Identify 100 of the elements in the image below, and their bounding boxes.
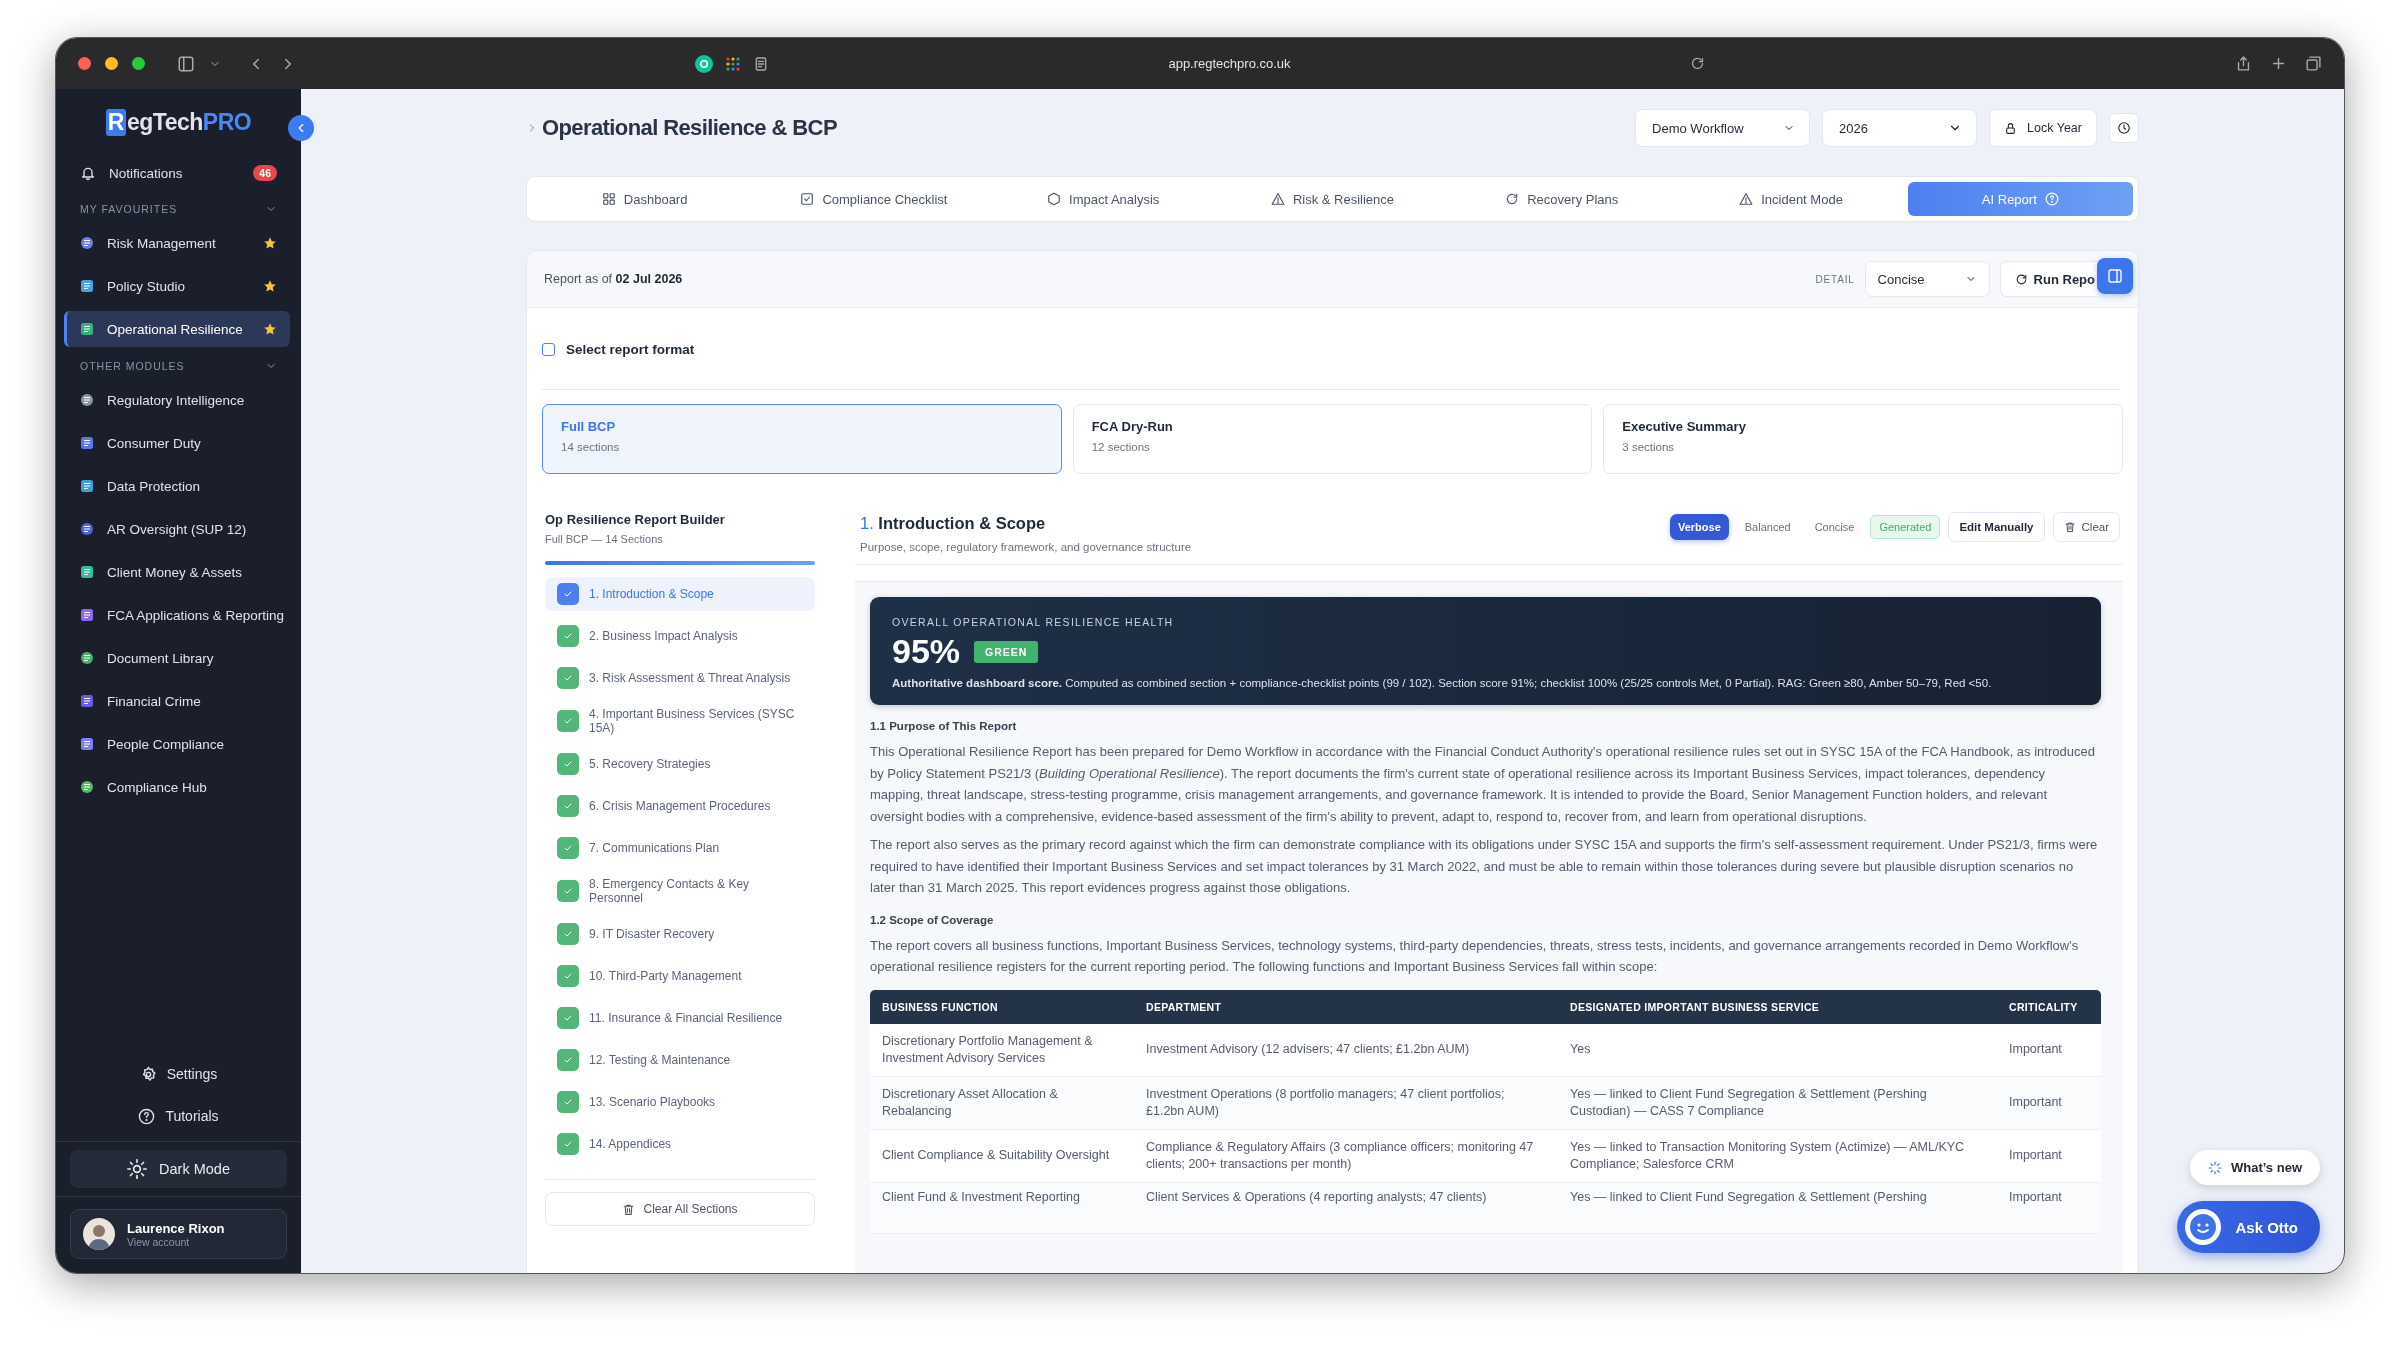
section-item[interactable]: 12. Testing & Maintenance: [545, 1043, 815, 1077]
tab[interactable]: Compliance Checklist: [761, 182, 987, 216]
sidebar-item[interactable]: FCA Applications & Reporting: [64, 597, 290, 633]
module-icon: [80, 565, 94, 579]
notifications-item[interactable]: Notifications 46: [64, 155, 290, 191]
tab[interactable]: Recovery Plans: [1449, 182, 1675, 216]
sidebar-item[interactable]: Client Money & Assets: [64, 554, 290, 590]
sidebar-item[interactable]: Policy Studio: [64, 268, 290, 304]
account-card[interactable]: Laurence Rixon View account: [70, 1209, 287, 1259]
panel-icon: [2107, 268, 2123, 284]
tab[interactable]: Impact Analysis: [990, 182, 1216, 216]
tab[interactable]: Risk & Resilience: [1219, 182, 1446, 216]
reload-icon[interactable]: [1690, 56, 1705, 71]
checkbox[interactable]: [557, 795, 579, 817]
new-tab-icon[interactable]: [2270, 55, 2287, 72]
checkbox[interactable]: [557, 923, 579, 945]
checkbox[interactable]: [557, 1133, 579, 1155]
collapse-sidebar-button[interactable]: [288, 115, 314, 141]
sidebar-item[interactable]: Risk Management: [64, 225, 290, 261]
sidebar-item[interactable]: People Compliance: [64, 726, 290, 762]
minimize-window-button[interactable]: [105, 57, 118, 70]
builder-subtitle: Full BCP — 14 Sections: [545, 533, 664, 545]
mode-toggle[interactable]: Verbose: [1669, 514, 1729, 540]
checkbox[interactable]: [557, 710, 579, 732]
panel-toggle-button[interactable]: [2097, 258, 2133, 294]
tabs-icon[interactable]: [2305, 55, 2322, 72]
checkbox[interactable]: [557, 965, 579, 987]
table-cell: Important: [2009, 1042, 2062, 1056]
section-item[interactable]: 1. Introduction & Scope: [545, 577, 815, 611]
sidebar-item[interactable]: AR Oversight (SUP 12): [64, 511, 290, 547]
section-item[interactable]: 5. Recovery Strategies: [545, 747, 815, 781]
sidebar-item[interactable]: Consumer Duty: [64, 425, 290, 461]
settings-link[interactable]: Settings: [56, 1057, 301, 1091]
checkbox[interactable]: [557, 1007, 579, 1029]
checkbox[interactable]: [557, 625, 579, 647]
section-item[interactable]: 13. Scenario Playbooks: [545, 1085, 815, 1119]
mode-toggle[interactable]: Concise: [1806, 514, 1863, 540]
checkbox[interactable]: [557, 1091, 579, 1113]
zoom-window-button[interactable]: [132, 57, 145, 70]
column-header: DEPARTMENT: [1134, 989, 1558, 1024]
section-item[interactable]: 4. Important Business Services (SYSC 15A): [545, 703, 815, 739]
checkbox[interactable]: [557, 753, 579, 775]
checkbox[interactable]: [542, 343, 555, 356]
run-report-button[interactable]: Run Repo: [1999, 261, 2097, 297]
page-icon[interactable]: [753, 55, 769, 72]
format-card[interactable]: Executive Summary 3 sections: [1603, 404, 2123, 474]
sidebar-item[interactable]: Financial Crime: [64, 683, 290, 719]
star-icon[interactable]: [263, 322, 277, 336]
clear-all-sections-button[interactable]: Clear All Sections: [545, 1192, 815, 1226]
tab[interactable]: Dashboard: [532, 182, 758, 216]
sidebar-item[interactable]: Data Protection: [64, 468, 290, 504]
checkbox[interactable]: [557, 583, 579, 605]
format-card[interactable]: FCA Dry-Run 12 sections: [1072, 404, 1593, 474]
format-card[interactable]: Full BCP 14 sections: [542, 404, 1062, 474]
close-window-button[interactable]: [78, 57, 91, 70]
star-icon[interactable]: [263, 236, 277, 250]
workflow-dropdown[interactable]: Demo Workflow: [1635, 109, 1811, 147]
sidebar-item[interactable]: Document Library: [64, 640, 290, 676]
section-item[interactable]: 2. Business Impact Analysis: [545, 619, 815, 653]
star-icon[interactable]: [263, 279, 277, 293]
bell-icon: [80, 165, 96, 181]
tab[interactable]: Incident Mode: [1678, 182, 1904, 216]
section-item[interactable]: 7. Communications Plan: [545, 831, 815, 865]
mode-toggle[interactable]: Balanced: [1736, 514, 1799, 540]
section-item[interactable]: 11. Insurance & Financial Resilience: [545, 1001, 815, 1035]
page-title: Operational Resilience & BCP: [526, 115, 1624, 141]
section-heading: 1.1 Purpose of This Report: [870, 720, 1018, 732]
sidebar-item[interactable]: Regulatory Intelligence: [64, 382, 290, 418]
clear-button[interactable]: Clear: [2052, 512, 2120, 542]
address-bar[interactable]: app.regtechpro.co.uk: [781, 56, 1678, 71]
tab-icon: [1047, 192, 1062, 206]
edit-manually-button[interactable]: Edit Manually: [1948, 512, 2045, 542]
checkbox[interactable]: [557, 1049, 579, 1071]
detail-dropdown[interactable]: Concise: [1864, 261, 1990, 297]
sidebar-toggle-icon[interactable]: [177, 54, 195, 73]
checkbox[interactable]: [557, 837, 579, 859]
lock-year-button[interactable]: Lock Year: [1989, 109, 2097, 147]
section-item[interactable]: 8. Emergency Contacts & Key Personnel: [545, 873, 815, 909]
checkbox[interactable]: [557, 667, 579, 689]
history-button[interactable]: [2109, 113, 2139, 143]
table-cell: Client Services & Operations (4 reporting analysts; 47 clients): [1146, 1189, 1487, 1204]
extension-icon[interactable]: [695, 54, 713, 73]
table-cell: Important: [2009, 1095, 2062, 1109]
section-subtitle: Purpose, scope, regulatory framework, and governance structure: [860, 541, 1193, 553]
dark-mode-button[interactable]: Dark Mode: [70, 1150, 287, 1188]
tutorials-link[interactable]: Tutorials: [56, 1099, 301, 1133]
ask-assistant-button[interactable]: Ask Otto: [2177, 1201, 2320, 1253]
checkbox[interactable]: [557, 880, 579, 902]
section-item[interactable]: 14. Appendices: [545, 1127, 815, 1161]
share-icon[interactable]: [2235, 55, 2252, 72]
section-item[interactable]: 6. Crisis Management Procedures: [545, 789, 815, 823]
section-item[interactable]: 9. IT Disaster Recovery: [545, 917, 815, 951]
whats-new-button[interactable]: What’s new: [2189, 1150, 2320, 1185]
clock-icon: [2117, 121, 2131, 135]
section-item[interactable]: 3. Risk Assessment & Threat Analysis: [545, 661, 815, 695]
section-item[interactable]: 10. Third-Party Management: [545, 959, 815, 993]
sidebar-item[interactable]: Operational Resilience: [64, 311, 290, 347]
sidebar-item[interactable]: Compliance Hub: [64, 769, 290, 805]
apps-grid-icon[interactable]: [725, 55, 741, 72]
year-dropdown[interactable]: 2026: [1822, 109, 1978, 147]
